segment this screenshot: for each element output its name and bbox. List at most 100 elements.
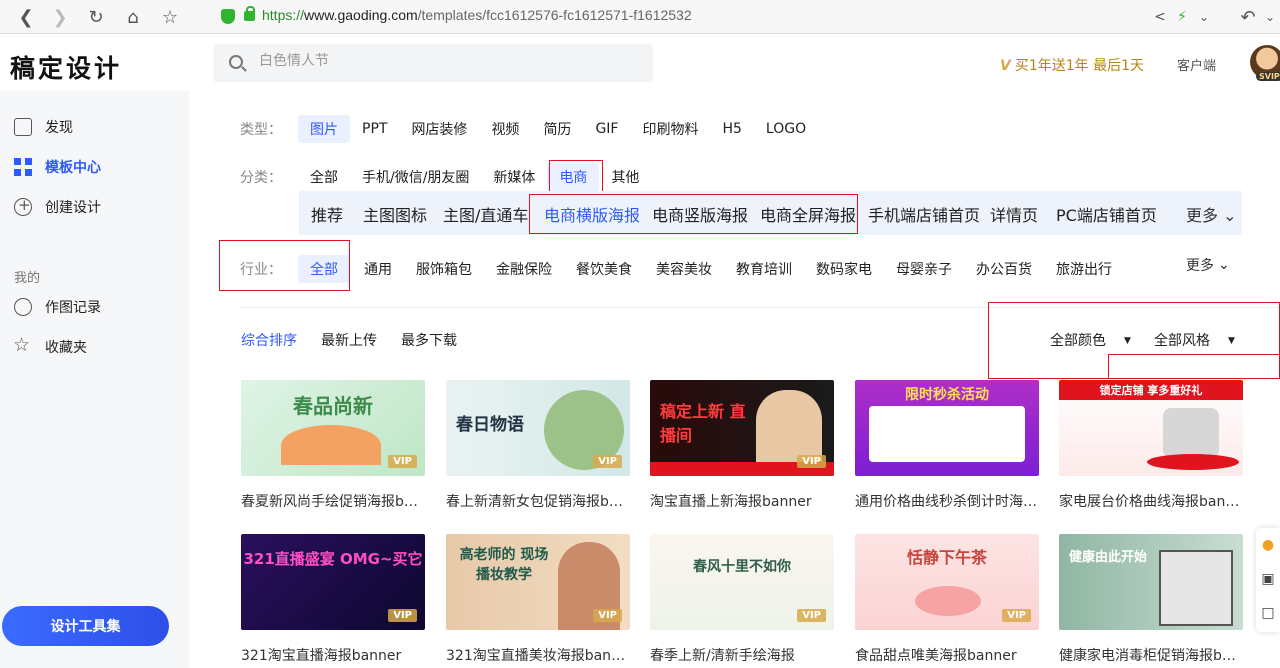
- industry-more-button[interactable]: 更多 ⌄: [1186, 255, 1230, 275]
- sort-option[interactable]: 最新上传: [321, 330, 377, 350]
- template-card[interactable]: 高老师的 现场播妆教学 VIP 321淘宝直播美妆海报banner: [446, 534, 630, 665]
- search-box[interactable]: [213, 44, 653, 82]
- industry-chip[interactable]: 金融保险: [484, 255, 564, 283]
- template-card[interactable]: 恬静下午茶 VIP 食品甜点唯美海报banner: [855, 534, 1039, 665]
- type-filter: 类型： 图片 PPT 网店装修 视频 简历 GIF 印刷物料 H5 LOGO: [240, 115, 818, 143]
- type-chip[interactable]: LOGO: [754, 117, 818, 141]
- type-chip[interactable]: GIF: [583, 117, 630, 141]
- subcategory-chip[interactable]: 详情页: [990, 202, 1038, 226]
- search-input[interactable]: [259, 53, 639, 69]
- type-chip[interactable]: 网店装修: [399, 115, 479, 143]
- chevron-down-icon[interactable]: ⌄: [1192, 5, 1216, 29]
- industry-chip[interactable]: 办公百货: [964, 255, 1044, 283]
- type-chip[interactable]: 图片: [298, 115, 350, 143]
- subcategory-chip[interactable]: PC端店铺首页: [1056, 202, 1157, 226]
- template-card[interactable]: 锁定店铺 享多重好礼 家电展台价格曲线海报banner: [1059, 380, 1243, 511]
- template-card[interactable]: 春风十里不如你 VIP 春季上新/清新手绘海报: [650, 534, 834, 665]
- sort-option[interactable]: 最多下载: [401, 330, 457, 350]
- category-chip[interactable]: 新媒体: [481, 163, 547, 191]
- sidebar-item-create[interactable]: 创建设计: [14, 196, 101, 218]
- industry-chip[interactable]: 餐饮美食: [564, 255, 644, 283]
- subcategory-chip[interactable]: 主图/直通车: [443, 202, 528, 226]
- client-download-link[interactable]: 客户端: [1177, 55, 1216, 74]
- template-thumbnail[interactable]: 高老师的 现场播妆教学 VIP: [446, 534, 630, 630]
- template-thumbnail[interactable]: 稿定上新 直播间 VIP: [650, 380, 834, 476]
- industry-filter: 行业： 全部 通用 服饰箱包 金融保险 餐饮美食 美容美妆 教育培训 数码家电 …: [240, 255, 1124, 283]
- grid-icon: [14, 158, 32, 176]
- lightning-icon[interactable]: ⚡: [1170, 5, 1194, 29]
- type-chip[interactable]: H5: [710, 117, 753, 141]
- category-chip[interactable]: 全部: [298, 163, 350, 191]
- industry-chip[interactable]: 旅游出行: [1044, 255, 1124, 283]
- bookmark-star-icon[interactable]: ☆: [158, 5, 182, 29]
- template-title[interactable]: 321淘宝直播美妆海报banner: [446, 645, 630, 665]
- template-title[interactable]: 321淘宝直播海报banner: [241, 645, 425, 665]
- template-card[interactable]: 春日物语 VIP 春上新清新女包促销海报banner: [446, 380, 630, 511]
- type-chip[interactable]: 视频: [479, 115, 531, 143]
- svip-badge: SVIP: [1256, 72, 1280, 81]
- template-title[interactable]: 淘宝直播上新海报banner: [650, 491, 834, 511]
- chevron-down-icon: ⌄: [1218, 257, 1230, 273]
- share-icon[interactable]: <: [1148, 5, 1172, 29]
- sidebar-item-templates[interactable]: 模板中心: [14, 156, 101, 178]
- industry-chip[interactable]: 母婴亲子: [884, 255, 964, 283]
- type-chip[interactable]: PPT: [350, 117, 399, 141]
- category-chip[interactable]: 手机/微信/朋友圈: [350, 163, 481, 191]
- industry-chip[interactable]: 数码家电: [804, 255, 884, 283]
- template-card[interactable]: 健康由此开始 健康家电消毒柜促销海报banner: [1059, 534, 1243, 665]
- home-icon[interactable]: ⌂: [121, 5, 145, 29]
- template-thumbnail[interactable]: 春日物语 VIP: [446, 380, 630, 476]
- sidebar-item-favorites[interactable]: 收藏夹: [13, 334, 87, 358]
- site-header: 稿定设计 V买1年送1年 最后1天 客户端 SVIP: [0, 35, 1280, 91]
- template-title[interactable]: 健康家电消毒柜促销海报banner: [1059, 645, 1243, 665]
- undo-menu-chevron-icon[interactable]: ⌄: [1258, 5, 1280, 29]
- template-thumbnail[interactable]: 限时秒杀活动: [855, 380, 1039, 476]
- industry-chip[interactable]: 教育培训: [724, 255, 804, 283]
- type-chip[interactable]: 印刷物料: [630, 115, 710, 143]
- sidebar-item-history[interactable]: 作图记录: [14, 296, 101, 318]
- type-chip[interactable]: 简历: [531, 115, 583, 143]
- template-title[interactable]: 家电展台价格曲线海报banner: [1059, 491, 1243, 511]
- template-thumbnail[interactable]: 春风十里不如你 VIP: [650, 534, 834, 630]
- subcategory-chip[interactable]: 手机端店铺首页: [868, 202, 980, 226]
- template-title[interactable]: 春上新清新女包促销海报banner: [446, 491, 630, 511]
- vip-promo-link[interactable]: V 买1年送1年 最后1天: [1000, 55, 1144, 75]
- industry-chip[interactable]: 美容美妆: [644, 255, 724, 283]
- template-title[interactable]: 通用价格曲线秒杀倒计时海报banner: [855, 491, 1039, 511]
- reload-icon[interactable]: ↻: [84, 5, 108, 29]
- feedback-icon[interactable]: ▣: [1256, 562, 1280, 596]
- back-icon[interactable]: ❮: [14, 5, 38, 29]
- headset-icon[interactable]: ●: [1256, 528, 1280, 562]
- undo-icon[interactable]: ↶: [1236, 5, 1260, 29]
- category-chip[interactable]: 其他: [599, 163, 651, 191]
- template-card[interactable]: 稿定上新 直播间 VIP 淘宝直播上新海报banner: [650, 380, 834, 511]
- template-title[interactable]: 食品甜点唯美海报banner: [855, 645, 1039, 665]
- template-thumbnail[interactable]: 锁定店铺 享多重好礼: [1059, 380, 1243, 476]
- floating-toolbar: ● ▣ □: [1256, 528, 1280, 632]
- forward-icon[interactable]: ❯: [48, 5, 72, 29]
- product-photo: [1159, 550, 1233, 626]
- template-thumbnail[interactable]: 健康由此开始: [1059, 534, 1243, 630]
- browser-toolbar: ❮ ❯ ↻ ⌂ ☆ https://www.gaoding.com/templa…: [0, 0, 1280, 34]
- template-title[interactable]: 春季上新/清新手绘海报: [650, 645, 834, 665]
- address-bar[interactable]: https://www.gaoding.com/templates/fcc161…: [262, 7, 692, 23]
- template-thumbnail[interactable]: 恬静下午茶 VIP: [855, 534, 1039, 630]
- sort-option[interactable]: 综合排序: [241, 330, 297, 350]
- message-icon[interactable]: □: [1256, 596, 1280, 630]
- highlight-box: [1108, 354, 1280, 379]
- star-icon: [13, 334, 32, 356]
- template-thumbnail[interactable]: 321直播盛宴 OMG~买它 VIP: [241, 534, 425, 630]
- logo[interactable]: 稿定设计: [10, 49, 122, 85]
- industry-chip[interactable]: 服饰箱包: [404, 255, 484, 283]
- subcategory-more-button[interactable]: 更多 ⌄: [1186, 202, 1237, 226]
- design-tools-button[interactable]: 设计工具集: [2, 606, 169, 646]
- template-card[interactable]: 限时秒杀活动 通用价格曲线秒杀倒计时海报banner: [855, 380, 1039, 511]
- subcategory-chip[interactable]: 推荐: [311, 202, 343, 226]
- template-title[interactable]: 春夏新风尚手绘促销海报banner: [241, 491, 425, 511]
- template-card[interactable]: 321直播盛宴 OMG~买它 VIP 321淘宝直播海报banner: [241, 534, 425, 665]
- subcategory-chip[interactable]: 主图图标: [363, 202, 427, 226]
- template-card[interactable]: 春品尚新 VIP 春夏新风尚手绘促销海报banner: [241, 380, 425, 511]
- sidebar-item-discover[interactable]: 发现: [14, 116, 73, 138]
- industry-chip[interactable]: 通用: [352, 255, 404, 283]
- template-thumbnail[interactable]: 春品尚新 VIP: [241, 380, 425, 476]
